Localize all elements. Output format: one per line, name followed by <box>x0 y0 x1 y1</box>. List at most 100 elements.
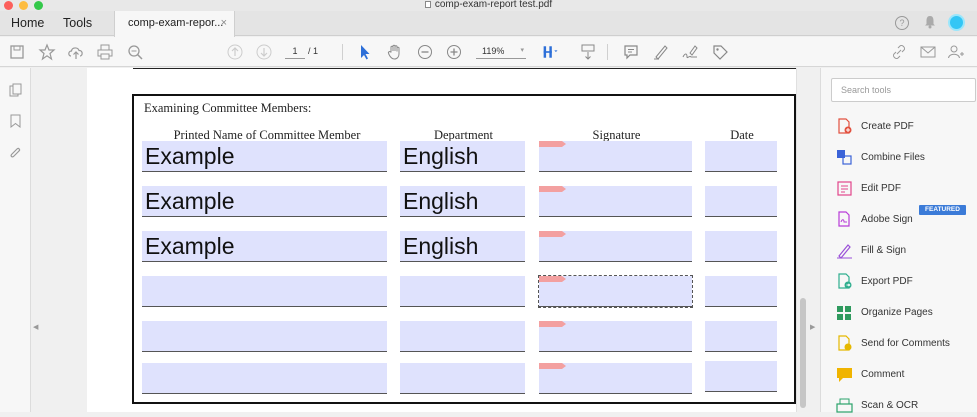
name-field-1[interactable]: Example <box>142 141 387 172</box>
notification-bell-icon[interactable] <box>923 15 937 29</box>
tool-label: Comment <box>861 369 905 380</box>
add-user-icon[interactable] <box>947 43 965 61</box>
print-icon[interactable] <box>96 43 114 61</box>
export-pdf-icon <box>838 273 852 289</box>
name-field-2[interactable]: Example <box>142 186 387 217</box>
signature-flag-icon <box>539 231 566 237</box>
date-field-2[interactable] <box>705 186 777 217</box>
tab-document[interactable]: comp-exam-repor... × <box>114 11 235 37</box>
tab-home[interactable]: Home <box>0 11 55 36</box>
bookmarks-icon[interactable] <box>9 114 22 128</box>
main-toolbar: 1 / 1 119% ▾ <box>0 37 977 67</box>
tool-organize-pages[interactable]: Organize Pages <box>836 304 976 324</box>
signature-field-3[interactable] <box>539 231 692 262</box>
department-field-3[interactable]: English <box>400 231 525 262</box>
tool-export-pdf[interactable]: Export PDF <box>836 273 976 293</box>
signature-field-5[interactable] <box>539 321 692 352</box>
signature-field-1[interactable] <box>539 141 692 172</box>
tool-scan-ocr[interactable]: Scan & OCR <box>836 397 976 417</box>
tool-combine-files[interactable]: Combine Files <box>836 149 976 169</box>
collapse-right-pane-icon[interactable]: ▶ <box>810 323 815 331</box>
tool-fill-sign[interactable]: Fill & Sign <box>836 242 976 262</box>
highlight-pen-icon[interactable] <box>652 43 670 61</box>
name-field-4[interactable] <box>142 276 387 307</box>
help-icon[interactable]: ? <box>895 16 909 30</box>
upload-cloud-icon[interactable] <box>67 43 85 61</box>
tab-tools[interactable]: Tools <box>52 11 103 36</box>
bookmark-star-icon[interactable] <box>38 43 56 61</box>
date-field-6[interactable] <box>705 361 777 392</box>
email-icon[interactable] <box>919 43 937 61</box>
department-field-4[interactable] <box>400 276 525 307</box>
comment-icon <box>837 368 852 382</box>
pdf-page: Examining Committee Members: Printed Nam… <box>87 68 800 412</box>
date-field-4[interactable] <box>705 276 777 307</box>
signature-flag-icon <box>539 321 566 327</box>
next-page-icon[interactable] <box>255 43 273 61</box>
toolbar-divider <box>607 44 608 60</box>
committee-form: Examining Committee Members: Printed Nam… <box>132 94 796 404</box>
tab-document-label: comp-exam-repor... <box>128 17 224 29</box>
scan-ocr-icon <box>836 398 853 413</box>
zoom-out-icon[interactable] <box>416 43 434 61</box>
zoom-level-select[interactable]: 119% ▾ <box>476 46 526 59</box>
stamp-tag-icon[interactable] <box>711 43 729 61</box>
tool-label: Edit PDF <box>861 183 902 194</box>
department-field-2[interactable]: English <box>400 186 525 217</box>
chevron-down-icon: ▾ <box>520 47 524 54</box>
window-title-wrap: comp-exam-report test.pdf <box>0 0 977 10</box>
date-field-1[interactable] <box>705 141 777 172</box>
scrollbar-thumb[interactable] <box>800 298 806 408</box>
tool-label: Create PDF <box>861 121 914 132</box>
signature-field-4[interactable] <box>538 275 693 308</box>
share-link-icon[interactable] <box>890 43 908 61</box>
page-total-label: / 1 <box>308 46 319 56</box>
page-display-icon[interactable] <box>542 43 560 61</box>
draw-signature-icon[interactable] <box>681 43 699 61</box>
signature-field-6[interactable] <box>539 363 692 394</box>
comment-icon[interactable] <box>622 43 640 61</box>
tool-comment[interactable]: Comment <box>836 366 976 386</box>
tool-edit-pdf[interactable]: Edit PDF <box>836 180 976 200</box>
name-field-5[interactable] <box>142 321 387 352</box>
signature-field-2[interactable] <box>539 186 692 217</box>
close-tab-icon[interactable]: × <box>221 11 227 35</box>
featured-badge: FEATURED <box>919 205 966 215</box>
create-pdf-icon <box>838 118 852 134</box>
department-field-1[interactable]: English <box>400 141 525 172</box>
save-icon[interactable] <box>8 43 26 61</box>
attachments-icon[interactable] <box>9 146 22 160</box>
tool-label: Adobe Sign <box>861 214 913 225</box>
scroll-mode-icon[interactable] <box>579 43 597 61</box>
previous-page-icon[interactable] <box>226 43 244 61</box>
department-field-6[interactable] <box>400 363 525 394</box>
tools-pane: Search tools Create PDF Combine Files Ed… <box>820 68 977 413</box>
left-navigation-pane <box>0 68 31 412</box>
date-field-5[interactable] <box>705 321 777 352</box>
name-field-3[interactable]: Example <box>142 231 387 262</box>
fill-sign-icon <box>837 244 852 259</box>
name-field-6[interactable] <box>142 363 387 394</box>
tool-create-pdf[interactable]: Create PDF <box>836 118 976 138</box>
combine-files-icon <box>837 150 852 165</box>
page-rule <box>133 68 798 69</box>
zoom-in-icon[interactable] <box>445 43 463 61</box>
document-icon <box>424 1 431 8</box>
department-field-5[interactable] <box>400 321 525 352</box>
page-number-input[interactable]: 1 <box>285 46 305 59</box>
hand-tool-icon[interactable] <box>386 43 404 61</box>
user-avatar[interactable] <box>948 14 965 31</box>
page-thumbnails-icon[interactable] <box>9 83 22 97</box>
collapse-left-pane-icon[interactable]: ◀ <box>33 323 38 331</box>
tool-send-for-comments[interactable]: Send for Comments <box>836 335 976 355</box>
vertical-scrollbar[interactable] <box>796 68 808 412</box>
date-field-3[interactable] <box>705 231 777 262</box>
signature-flag-icon <box>539 363 566 369</box>
select-cursor-icon[interactable] <box>356 43 374 61</box>
organize-pages-icon <box>837 306 851 320</box>
find-zoom-icon[interactable] <box>126 43 144 61</box>
toolbar-divider <box>342 44 343 60</box>
tool-label: Organize Pages <box>861 307 933 318</box>
document-viewport: Examining Committee Members: Printed Nam… <box>43 68 800 412</box>
search-tools-input[interactable]: Search tools <box>831 78 976 102</box>
